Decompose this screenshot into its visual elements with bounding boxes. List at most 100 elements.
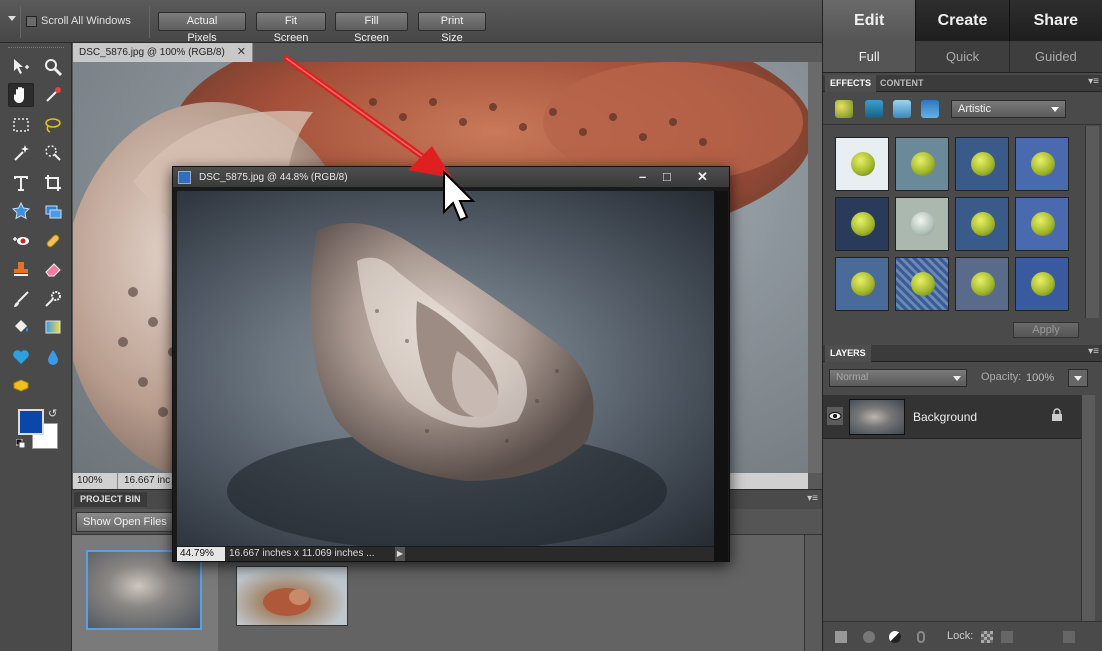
opacity-dropdown[interactable] xyxy=(1068,369,1088,387)
lock-all-icon[interactable] xyxy=(1001,631,1013,643)
effect-thumbnail[interactable] xyxy=(835,257,889,311)
project-bin-scrollbar[interactable] xyxy=(804,535,822,651)
tab-create[interactable]: Create xyxy=(916,0,1010,41)
show-open-files-dropdown[interactable]: Show Open Files xyxy=(76,512,174,532)
document-size-info: 16.667 inc xyxy=(124,475,171,486)
effect-thumbnail[interactable] xyxy=(835,197,889,251)
magic-wand-tool-icon[interactable] xyxy=(8,141,34,165)
fit-screen-button[interactable]: Fit Screen xyxy=(256,12,326,44)
effect-thumbnail[interactable] xyxy=(1015,257,1069,311)
effect-thumbnail[interactable] xyxy=(1015,137,1069,191)
effects-panel-header: EFFECTS CONTENT ▾≡ xyxy=(823,75,1102,92)
photo-effects-icon[interactable] xyxy=(893,100,911,118)
crop-tool-icon[interactable] xyxy=(40,171,66,195)
gradient-tool-icon[interactable] xyxy=(40,315,66,339)
toolbox-grip[interactable] xyxy=(8,47,64,50)
floating-window-canvas[interactable] xyxy=(177,191,714,546)
hand-tool-icon[interactable] xyxy=(8,83,34,107)
document-vertical-scrollbar[interactable] xyxy=(808,62,822,473)
blur-tool-icon[interactable] xyxy=(40,345,66,369)
project-bin-tab[interactable]: PROJECT BIN xyxy=(74,492,147,507)
maximize-icon[interactable]: □ xyxy=(663,169,671,184)
tab-edit[interactable]: Edit xyxy=(823,0,917,41)
effect-thumbnail[interactable] xyxy=(895,137,949,191)
effect-thumbnail[interactable] xyxy=(895,197,949,251)
tab-share[interactable]: Share xyxy=(1009,0,1102,41)
effect-thumbnail[interactable] xyxy=(955,137,1009,191)
marquee-tool-icon[interactable] xyxy=(8,113,34,137)
floating-window-scrollbar[interactable] xyxy=(714,191,728,561)
default-colors-icon[interactable] xyxy=(16,439,25,448)
link-layers-icon[interactable] xyxy=(917,631,925,643)
clone-stamp-tool-icon[interactable] xyxy=(8,257,34,281)
status-menu-arrow-icon[interactable]: ▶ xyxy=(395,547,405,561)
thumbnail-dsc-5876[interactable] xyxy=(236,566,348,626)
panel-menu-icon[interactable]: ▾≡ xyxy=(1088,76,1099,87)
cookie-cutter-tool-icon[interactable] xyxy=(8,199,34,223)
effects-category-bar: Artistic xyxy=(823,93,1102,125)
adjustment-layer-icon[interactable] xyxy=(889,631,901,643)
tab-effects[interactable]: EFFECTS xyxy=(825,75,877,92)
panel-menu-icon[interactable]: ▾≡ xyxy=(1088,346,1099,357)
options-bar: Scroll All Windows Actual Pixels Fit Scr… xyxy=(0,0,822,44)
eraser-tool-icon[interactable] xyxy=(40,257,66,281)
foreground-color-swatch[interactable] xyxy=(18,409,44,435)
visibility-eye-icon[interactable] xyxy=(827,407,843,425)
tool-preset-dropdown-icon[interactable] xyxy=(8,16,16,21)
thumbnail-dsc-5875[interactable] xyxy=(86,550,202,630)
effects-category-dropdown[interactable]: Artistic xyxy=(951,100,1066,118)
smart-brush-tool-icon[interactable] xyxy=(40,287,66,311)
actual-pixels-button[interactable]: Actual Pixels xyxy=(158,12,246,44)
custom-shape-tool-icon[interactable] xyxy=(8,345,34,369)
paint-bucket-tool-icon[interactable] xyxy=(8,315,34,339)
new-layer-icon[interactable] xyxy=(835,631,847,643)
red-eye-removal-tool-icon[interactable] xyxy=(8,229,34,253)
close-document-icon[interactable]: ✕ xyxy=(237,43,246,62)
eyedropper-tool-icon[interactable] xyxy=(40,83,66,107)
brush-tool-icon[interactable] xyxy=(8,287,34,311)
checkbox-icon[interactable] xyxy=(26,15,37,27)
effect-thumbnail[interactable] xyxy=(835,137,889,191)
tab-full[interactable]: Full xyxy=(823,41,917,72)
effect-thumbnail[interactable] xyxy=(895,257,949,311)
filters-icon[interactable] xyxy=(835,100,853,118)
quick-selection-tool-icon[interactable] xyxy=(40,141,66,165)
swap-colors-icon[interactable]: ↺ xyxy=(48,407,57,420)
effect-thumbnail[interactable] xyxy=(955,257,1009,311)
lasso-tool-icon[interactable] xyxy=(40,113,66,137)
straighten-tool-icon[interactable] xyxy=(40,199,66,223)
blend-mode-dropdown[interactable]: Normal xyxy=(829,369,967,387)
zoom-tool-icon[interactable] xyxy=(40,55,66,79)
print-size-button[interactable]: Print Size xyxy=(418,12,486,44)
layers-scrollbar[interactable] xyxy=(1081,395,1095,621)
layer-name[interactable]: Background xyxy=(913,410,977,424)
layer-styles-icon[interactable] xyxy=(865,100,883,118)
minimize-icon[interactable]: – xyxy=(639,169,646,184)
tab-quick[interactable]: Quick xyxy=(916,41,1010,72)
scroll-all-windows-checkbox[interactable]: Scroll All Windows xyxy=(26,15,131,27)
lock-icon xyxy=(1051,408,1063,422)
document-tab[interactable]: DSC_5876.jpg @ 100% (RGB/8) ✕ xyxy=(73,43,253,62)
opacity-input[interactable]: 100% xyxy=(1026,369,1068,387)
document-zoom-level[interactable]: 100% xyxy=(73,473,118,489)
spot-healing-brush-tool-icon[interactable] xyxy=(40,229,66,253)
effect-thumbnail[interactable] xyxy=(1015,197,1069,251)
floating-zoom-level[interactable]: 44.79% xyxy=(177,547,225,561)
fill-screen-button[interactable]: Fill Screen xyxy=(335,12,408,44)
tab-guided[interactable]: Guided xyxy=(1010,41,1102,72)
type-tool-icon[interactable] xyxy=(8,171,34,195)
effect-thumbnail[interactable] xyxy=(955,197,1009,251)
show-all-icon[interactable] xyxy=(921,100,939,118)
tab-layers[interactable]: LAYERS xyxy=(825,345,871,362)
close-icon[interactable]: ✕ xyxy=(697,169,708,185)
effects-scrollbar[interactable] xyxy=(1085,126,1099,318)
sponge-tool-icon[interactable] xyxy=(8,373,34,397)
move-tool-icon[interactable] xyxy=(8,55,34,79)
layer-row[interactable]: Background xyxy=(823,395,1081,439)
tab-content[interactable]: CONTENT xyxy=(875,75,929,92)
apply-button[interactable]: Apply xyxy=(1013,322,1079,338)
panel-menu-icon[interactable]: ▾≡ xyxy=(807,493,818,504)
lock-transparency-icon[interactable] xyxy=(981,631,993,643)
trash-icon[interactable] xyxy=(1063,631,1075,643)
add-layer-mask-icon[interactable] xyxy=(863,631,875,643)
